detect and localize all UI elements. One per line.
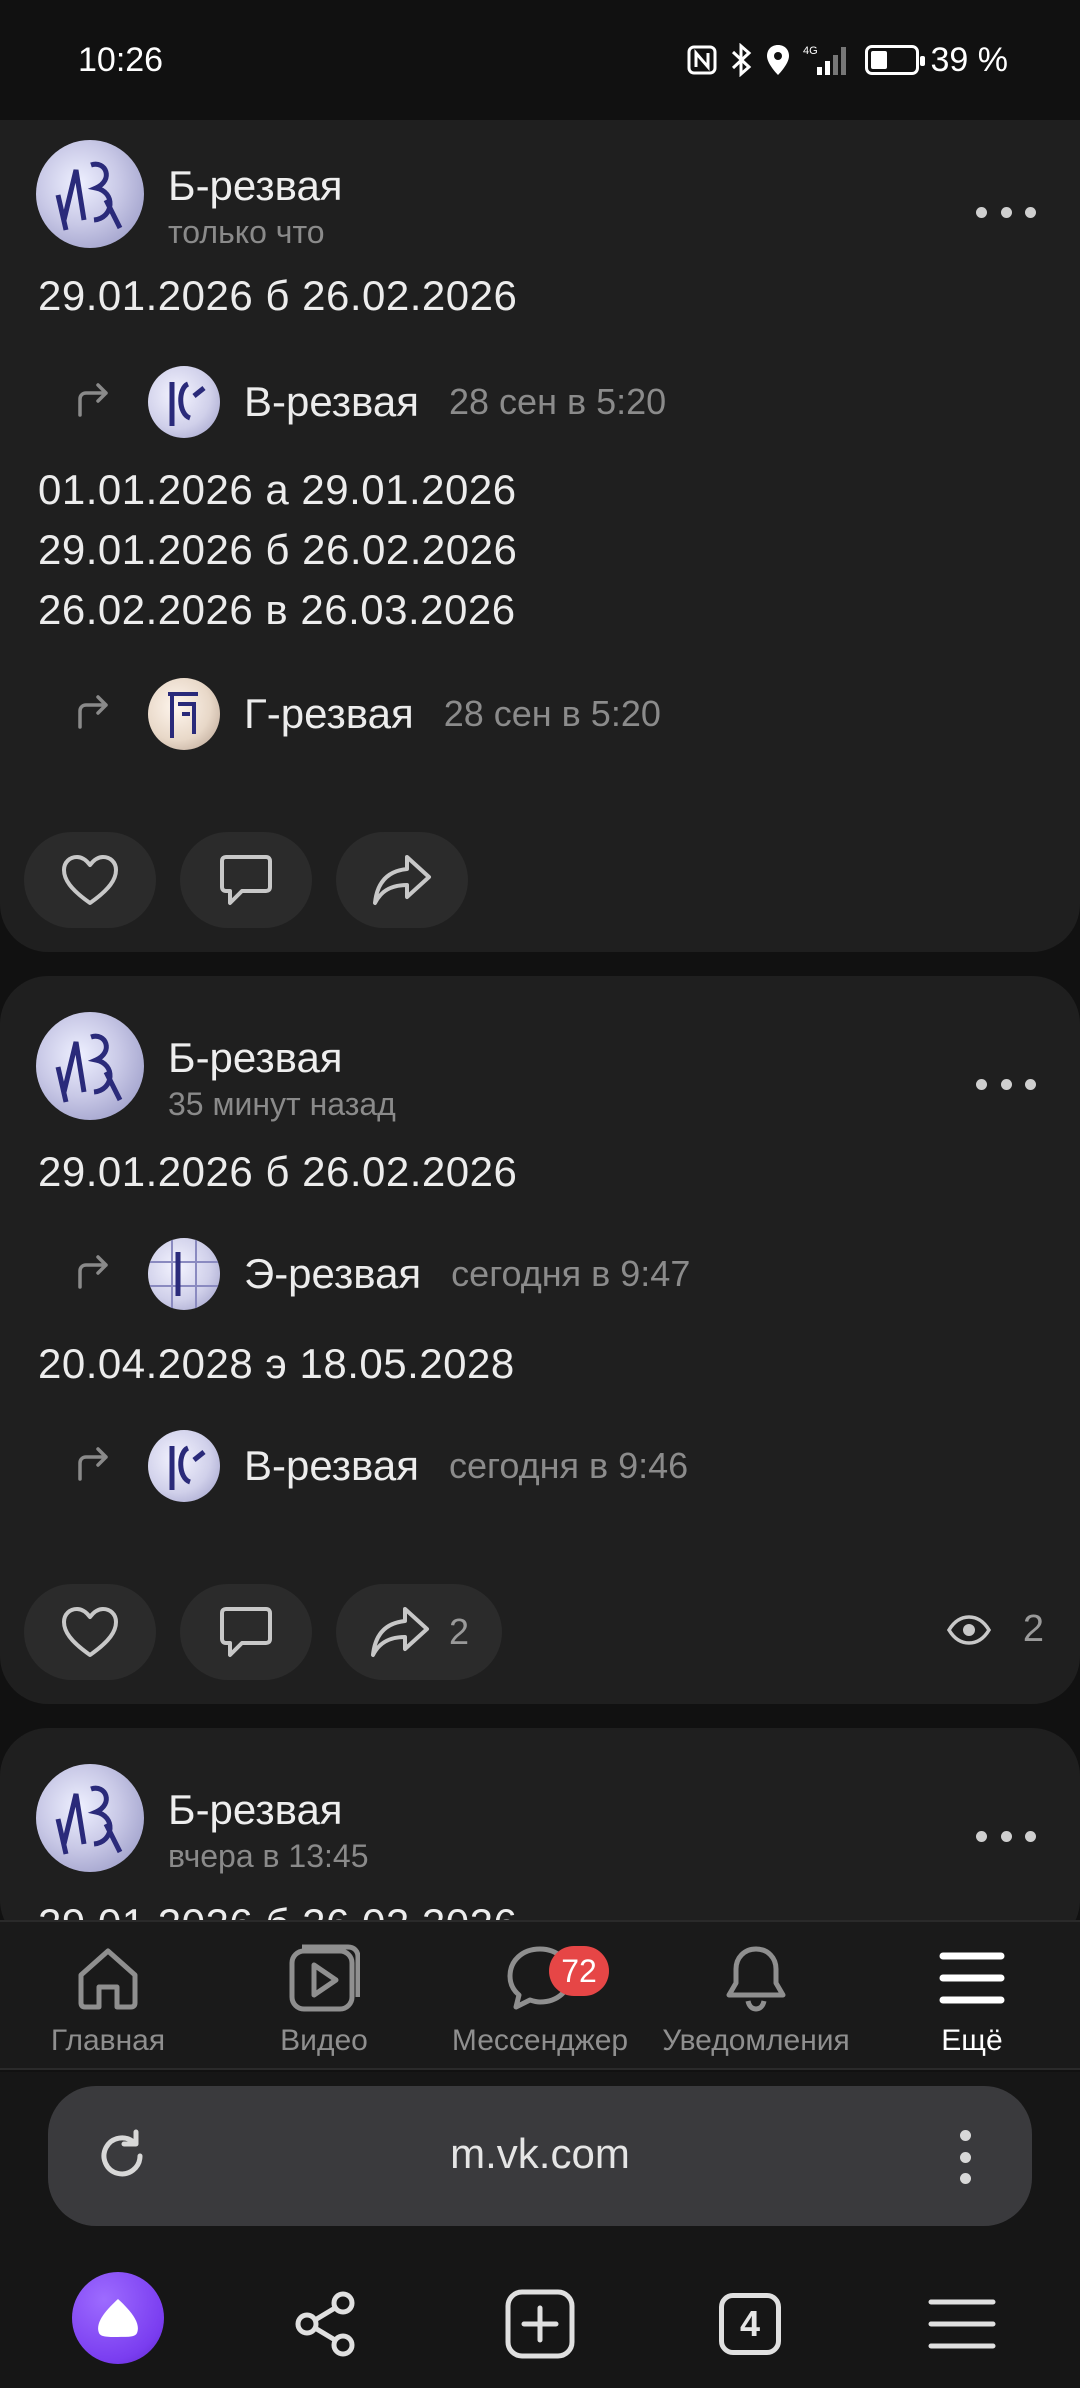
post-time[interactable]: только что xyxy=(168,214,325,251)
post-card: Б-резвая вчера в 13:45 29.01.2026 б 26.0… xyxy=(0,1728,1080,1948)
author-avatar[interactable] xyxy=(36,1764,144,1872)
repost-time[interactable]: 28 сен в 5:20 xyxy=(444,693,661,735)
share-button[interactable]: 2 xyxy=(336,1584,502,1680)
status-bar: 10:26 4G 39 % xyxy=(0,0,1080,120)
repost-text: 26.02.2026 в 26.03.2026 xyxy=(38,586,516,633)
url-text[interactable]: m.vk.com xyxy=(48,2130,1032,2178)
comment-button[interactable] xyxy=(180,832,312,928)
author-avatar[interactable] xyxy=(36,140,144,248)
location-icon xyxy=(765,43,791,77)
repost-time[interactable]: сегодня в 9:47 xyxy=(451,1253,690,1295)
status-icons: 4G 39 % xyxy=(687,40,1009,80)
nav-label: Видео xyxy=(280,2024,368,2057)
post-card: Б-резвая только что 29.01.2026 б 26.02.2… xyxy=(0,120,1080,952)
nav-notifications[interactable]: Уведомления xyxy=(648,1938,864,2058)
share-icon[interactable] xyxy=(276,2274,376,2374)
repost-time[interactable]: 28 сен в 5:20 xyxy=(449,381,666,423)
more-options-button[interactable] xyxy=(976,192,1036,232)
page: 10:26 4G 39 % Б-резвая только что 29.01.… xyxy=(0,0,1080,2388)
signal-4g-icon: 4G xyxy=(803,43,853,77)
nav-label: Уведомления xyxy=(662,2024,850,2057)
nav-home[interactable]: Главная xyxy=(0,1938,216,2058)
new-tab-icon[interactable] xyxy=(490,2274,590,2374)
battery-icon xyxy=(864,45,925,75)
eye-icon xyxy=(946,1614,991,1645)
kebab-menu-icon[interactable] xyxy=(960,2130,972,2184)
svg-text:4G: 4G xyxy=(803,45,818,57)
post-header: Б-резвая 35 минут назад xyxy=(36,1012,1080,1122)
repost-icon xyxy=(78,1447,108,1481)
heart-icon xyxy=(62,855,118,905)
repost-text: 20.04.2028 э 18.05.2028 xyxy=(38,1340,515,1387)
share-arrow-icon xyxy=(370,1607,429,1657)
repost-avatar[interactable] xyxy=(148,1238,220,1310)
repost-header[interactable]: Г-резвая 28 сен в 5:20 xyxy=(72,676,661,752)
repost-time[interactable]: сегодня в 9:46 xyxy=(449,1445,688,1487)
author-name[interactable]: Б-резвая xyxy=(168,1034,343,1082)
unread-badge: 72 xyxy=(549,1946,609,1996)
nav-label: Мессенджер xyxy=(451,2024,629,2057)
alice-assistant-icon[interactable] xyxy=(72,2272,164,2364)
comment-icon xyxy=(220,1607,272,1657)
post-header: Б-резвая только что xyxy=(36,140,1080,250)
repost-icon xyxy=(78,695,108,729)
views-counter: 2 xyxy=(946,1608,1044,1651)
video-icon xyxy=(289,1944,360,2012)
repost-author-name[interactable]: В-резвая xyxy=(244,1442,419,1490)
views-count: 2 xyxy=(1022,1608,1044,1650)
repost-header[interactable]: В-резвая 28 сен в 5:20 xyxy=(72,364,666,440)
repost-avatar[interactable] xyxy=(148,678,220,750)
tabs-icon[interactable]: 4 xyxy=(700,2274,800,2374)
status-time: 10:26 xyxy=(78,40,164,79)
repost-icon xyxy=(78,383,108,417)
post-time[interactable]: 35 минут назад xyxy=(168,1086,396,1123)
share-arrow-icon xyxy=(373,855,431,905)
tabs-count: 4 xyxy=(719,2293,781,2355)
repost-text: 29.01.2026 б 26.02.2026 xyxy=(38,526,518,573)
battery-level xyxy=(870,51,887,69)
heart-icon xyxy=(62,1607,118,1657)
comment-button[interactable] xyxy=(180,1584,312,1680)
repost-header[interactable]: В-резвая сегодня в 9:46 xyxy=(72,1428,688,1504)
browser-menu-icon[interactable] xyxy=(912,2274,1012,2374)
menu-icon xyxy=(939,1952,1005,2004)
author-name[interactable]: Б-резвая xyxy=(168,1786,343,1834)
repost-author-name[interactable]: Э-резвая xyxy=(244,1250,421,1298)
repost-text: 01.01.2026 а 29.01.2026 xyxy=(38,466,517,513)
browser-toolbar: m.vk.com 4 xyxy=(0,2072,1080,2388)
nav-label: Ещё xyxy=(941,2024,1003,2057)
author-avatar[interactable] xyxy=(36,1012,144,1120)
repost-author-name[interactable]: Г-резвая xyxy=(244,690,414,738)
nfc-icon xyxy=(687,45,717,75)
bottom-navigation: Главная Видео 72 Мессенджер Уведомления xyxy=(0,1920,1080,2070)
nav-more[interactable]: Ещё xyxy=(864,1938,1080,2058)
share-count: 2 xyxy=(448,1611,470,1652)
repost-avatar[interactable] xyxy=(148,366,220,438)
battery-percent: 39 % xyxy=(930,40,1009,79)
post-text: 29.01.2026 б 26.02.2026 xyxy=(38,272,518,319)
bluetooth-icon xyxy=(729,43,753,77)
home-icon xyxy=(78,1948,138,2010)
comment-icon xyxy=(220,855,272,905)
bell-icon xyxy=(726,1946,786,2012)
repost-author-name[interactable]: В-резвая xyxy=(244,378,419,426)
like-button[interactable] xyxy=(24,1584,156,1680)
post-text: 29.01.2026 б 26.02.2026 xyxy=(38,1148,518,1195)
post-card: Б-резвая 35 минут назад 29.01.2026 б 26.… xyxy=(0,976,1080,1704)
address-bar[interactable]: m.vk.com xyxy=(48,2086,1032,2226)
nav-label: Главная xyxy=(50,2024,166,2057)
share-button[interactable] xyxy=(336,832,468,928)
nav-video[interactable]: Видео xyxy=(216,1938,432,2058)
repost-header[interactable]: Э-резвая сегодня в 9:47 xyxy=(72,1236,690,1312)
repost-icon xyxy=(78,1255,108,1289)
post-header: Б-резвая вчера в 13:45 xyxy=(36,1764,1080,1874)
like-button[interactable] xyxy=(24,832,156,928)
nav-messenger[interactable]: 72 Мессенджер xyxy=(432,1938,648,2058)
author-name[interactable]: Б-резвая xyxy=(168,162,343,210)
more-options-button[interactable] xyxy=(976,1064,1036,1104)
post-time[interactable]: вчера в 13:45 xyxy=(168,1838,368,1875)
more-options-button[interactable] xyxy=(976,1816,1036,1856)
repost-avatar[interactable] xyxy=(148,1430,220,1502)
